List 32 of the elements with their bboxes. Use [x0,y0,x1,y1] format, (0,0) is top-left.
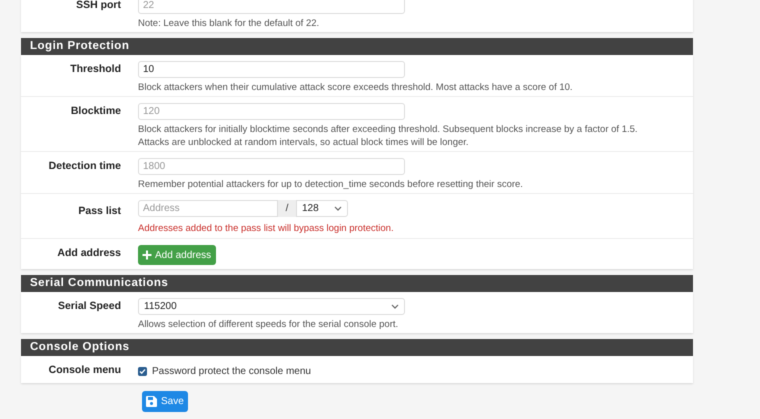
prefix-dropdown[interactable]: 128 [296,200,348,217]
help-text: Attacks are unblocked at random intervals, so actual block times will be longer. [138,137,470,148]
help-text: Remember potential attackers for up to detection_time seconds before resetting their score. [138,179,524,190]
help-text: Block attackers for initially blocktime seconds after exceeding threshold. Subsequent blocks increase by a factor of 1.5. [138,124,639,135]
field-label: Add address [56,246,121,261]
field-label: SSH port [75,0,121,13]
section-header: Login Protection [21,38,693,55]
warning-text: Addresses added to the pass list will bypass login protection. [138,223,395,234]
section-header: Console Options [21,339,693,356]
field-label: Threshold [69,62,121,77]
save-button[interactable]: Save [142,391,188,412]
input-field[interactable]: 10 [138,61,405,78]
separator-label: / [278,200,296,217]
chevron-icon [334,206,342,211]
help-text: Allows selection of different speeds for the serial console port. [138,319,400,330]
field-label: Detection time [48,159,121,174]
section-header: Serial Communications [21,275,693,292]
input-field[interactable]: 22 [138,0,405,14]
input-field[interactable]: 1800 [138,158,405,175]
field-label: Serial Speed [56,299,121,314]
speed-dropdown[interactable]: 115200 [138,298,405,315]
field-label: Console menu [48,363,121,378]
input-field[interactable]: 120 [138,103,405,120]
chevron-icon [391,304,399,309]
field-label: Pass list [77,204,121,219]
checkbox[interactable] [138,367,147,376]
checkbox-label: Password protect the console menu [152,365,311,378]
help-text: Block attackers when their cumulative attack score exceeds threshold. Most attacks have a score of 10. [138,82,574,93]
input-field[interactable]: Address [138,200,278,217]
field-label: Blocktime [70,104,121,119]
help-text: Note: Leave this blank for the default of 22. [138,18,320,29]
plus-icon [142,250,152,260]
